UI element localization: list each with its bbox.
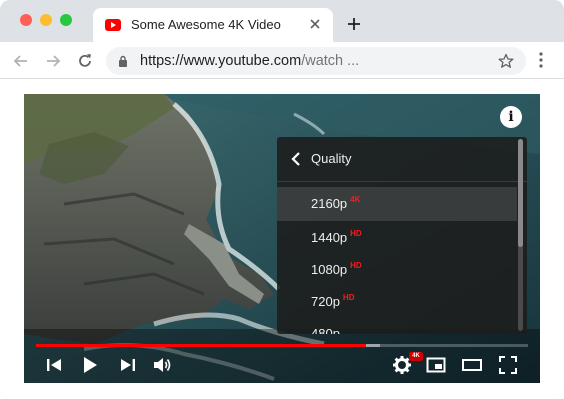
video-player[interactable]: i Quality 2160p 4K 1440p HD 1080p HD 720… <box>24 94 540 383</box>
new-tab-icon[interactable] <box>346 16 362 32</box>
quality-menu-scroll-thumb[interactable] <box>518 139 523 247</box>
browser-window: Some Awesome 4K Video https://www.youtub… <box>0 0 564 399</box>
tab-strip: Some Awesome 4K Video <box>0 0 564 42</box>
next-icon[interactable] <box>118 355 138 375</box>
miniplayer-icon[interactable] <box>426 355 446 375</box>
quality-option-label: 1080p <box>311 262 348 277</box>
quality-option-480p[interactable]: 480p <box>277 317 517 334</box>
browser-menu-icon[interactable] <box>533 51 549 69</box>
url-domain: https://www.youtube.com <box>140 53 302 69</box>
window-minimize-button[interactable] <box>40 14 52 26</box>
quality-option-1080p[interactable]: 1080p HD <box>277 253 517 287</box>
info-icon[interactable]: i <box>500 106 522 128</box>
quality-option-label: 2160p <box>311 196 348 211</box>
quality-option-2160p[interactable]: 2160p 4K <box>277 187 517 221</box>
volume-icon[interactable] <box>152 355 172 375</box>
back-arrow-icon[interactable] <box>12 52 30 70</box>
quality-badge: HD <box>350 261 362 270</box>
quality-option-1440p[interactable]: 1440p HD <box>277 221 517 255</box>
quality-option-label: 1440p <box>311 230 348 245</box>
quality-badge: HD <box>350 229 362 238</box>
chevron-left-icon[interactable] <box>291 152 301 166</box>
quality-option-label: 480p <box>311 326 340 334</box>
forward-arrow-icon[interactable] <box>44 52 62 70</box>
url-text: https://www.youtube.com/watch ... <box>140 53 359 69</box>
window-maximize-button[interactable] <box>60 14 72 26</box>
quality-option-label: 720p <box>311 294 340 309</box>
close-tab-icon[interactable] <box>307 16 323 32</box>
url-path: /watch ... <box>301 53 360 69</box>
play-icon[interactable] <box>80 355 100 375</box>
settings-4k-badge: 4K <box>409 352 423 361</box>
page-content: i Quality 2160p 4K 1440p HD 1080p HD 720… <box>0 79 564 399</box>
tab-title: Some Awesome 4K Video <box>131 17 281 32</box>
address-bar[interactable]: https://www.youtube.com/watch ... <box>106 47 526 75</box>
quality-option-720p[interactable]: 720p HD <box>277 285 517 319</box>
quality-badge: 4K <box>350 195 361 204</box>
fullscreen-icon[interactable] <box>498 355 518 375</box>
window-close-button[interactable] <box>20 14 32 26</box>
quality-menu-header[interactable]: Quality <box>277 137 527 182</box>
previous-icon[interactable] <box>44 355 64 375</box>
browser-tab[interactable]: Some Awesome 4K Video <box>93 8 333 42</box>
reload-icon[interactable] <box>76 52 94 70</box>
quality-menu: Quality 2160p 4K 1440p HD 1080p HD 720p HD 4… <box>277 137 527 334</box>
progress-played <box>36 344 366 347</box>
theater-mode-icon[interactable] <box>462 355 482 375</box>
quality-badge: HD <box>342 293 355 302</box>
browser-toolbar: https://www.youtube.com/watch ... <box>0 42 564 79</box>
quality-menu-title: Quality <box>311 151 352 166</box>
youtube-logo-icon <box>105 19 121 31</box>
lock-icon <box>119 55 127 67</box>
bookmark-star-icon[interactable] <box>498 53 514 69</box>
